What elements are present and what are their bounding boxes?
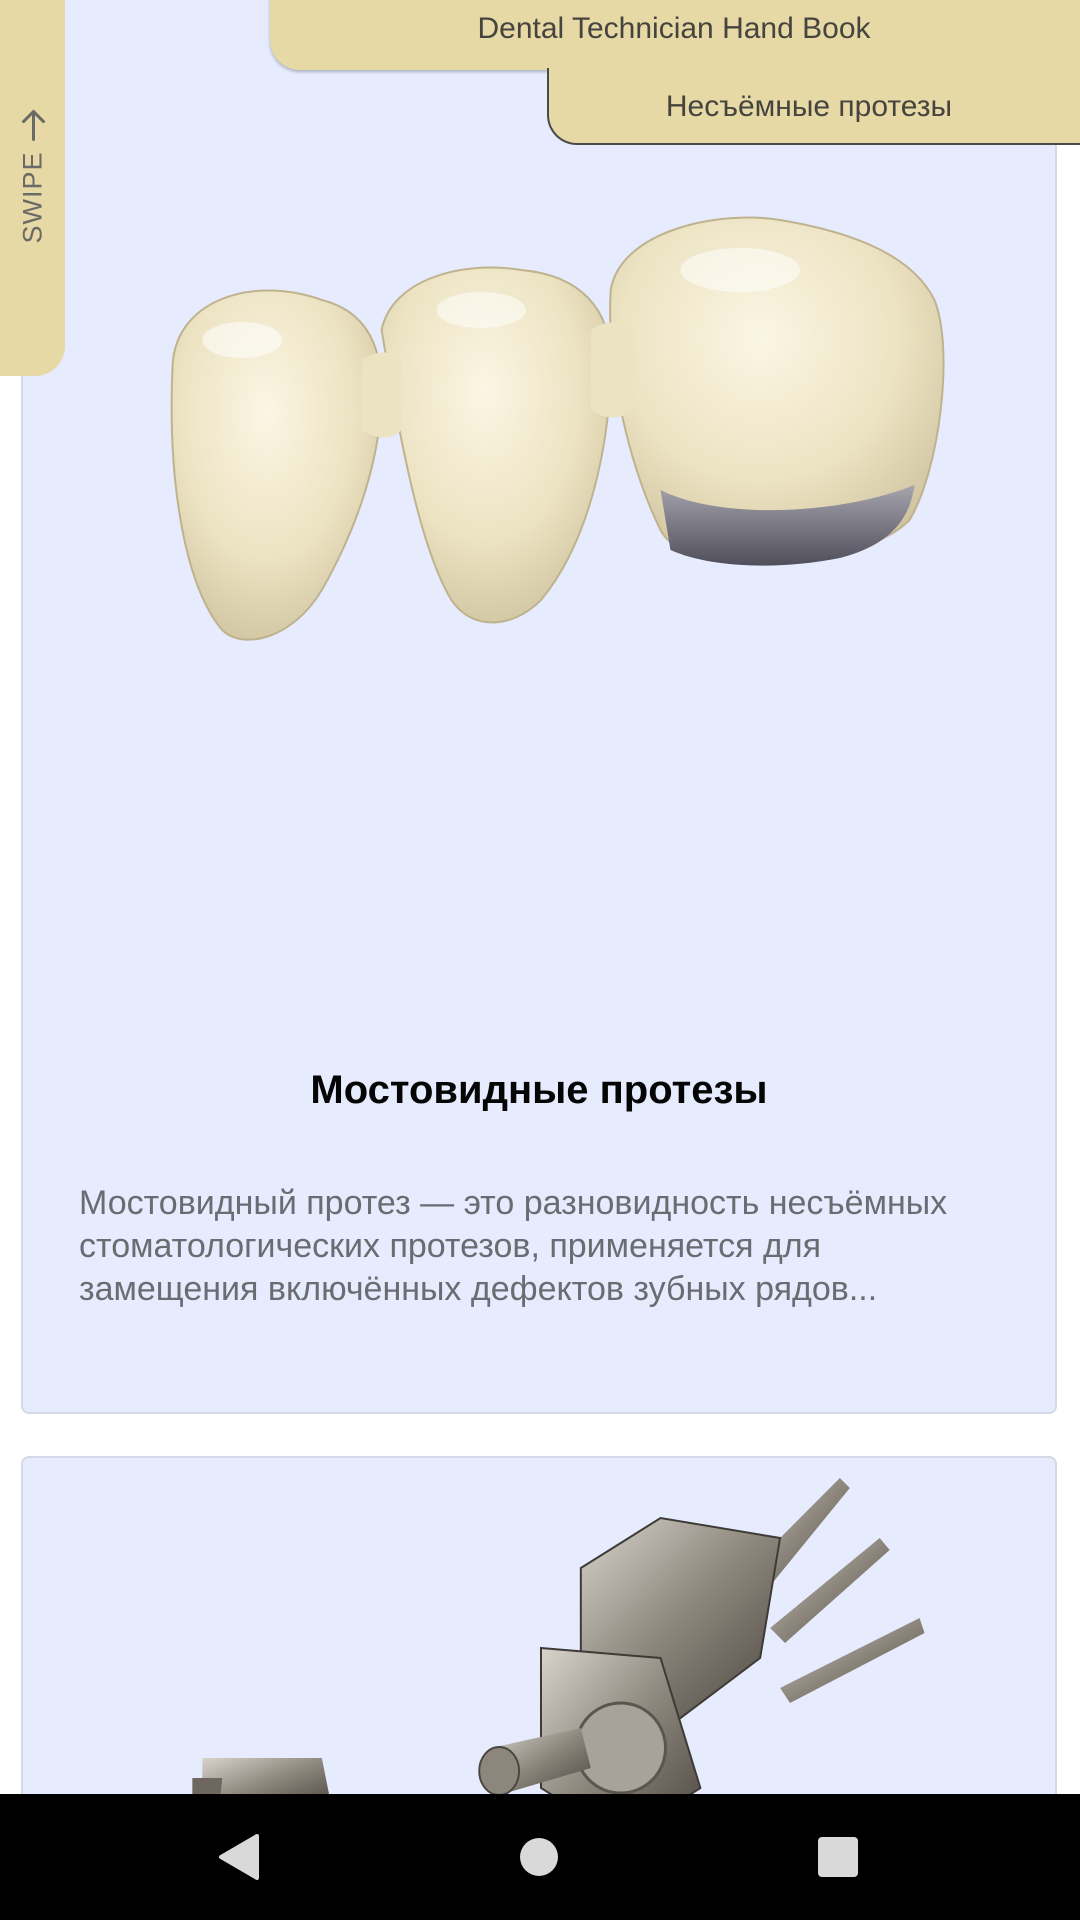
article-card-bridges[interactable]: Мостовидные протезы Мостовидный протез —… <box>21 0 1057 1414</box>
circle-home-icon <box>520 1838 558 1876</box>
card-title: Мостовидные протезы <box>310 1068 768 1112</box>
recents-button[interactable] <box>768 1794 908 1920</box>
swipe-hint: SWIPE <box>8 100 58 250</box>
dental-bridge-image <box>170 216 945 641</box>
screen: Мостовидные протезы Мостовидный протез —… <box>0 0 1080 1920</box>
arrow-right-icon <box>21 109 45 141</box>
app-title-tab: Dental Technician Hand Book <box>270 0 1080 70</box>
home-button[interactable] <box>469 1794 609 1920</box>
section-tab[interactable]: Несъёмные протезы <box>547 68 1080 145</box>
triangle-back-icon <box>219 1834 259 1880</box>
section-title: Несъёмные протезы <box>665 90 953 123</box>
swipe-hint-label: SWIPE <box>17 150 48 244</box>
card-description: Мостовидный протез — это разновидность н… <box>79 1184 948 1308</box>
app-title: Dental Technician Hand Book <box>477 12 871 45</box>
back-button[interactable] <box>168 1794 308 1920</box>
swipe-drawer-handle[interactable]: SWIPE <box>0 0 65 376</box>
system-navigation-bar <box>0 1794 1080 1920</box>
square-recents-icon <box>818 1837 858 1877</box>
